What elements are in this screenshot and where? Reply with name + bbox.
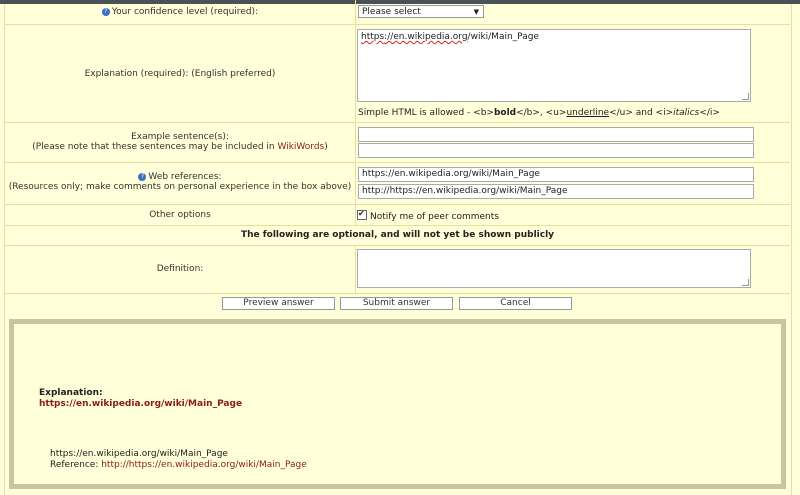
explanation-label: Explanation (required): (English preferr…: [84, 69, 276, 79]
optional-header-row: The following are optional, and will not…: [5, 225, 790, 246]
column-divider: [355, 245, 356, 293]
chevron-down-icon: ▼: [473, 8, 479, 16]
column-divider: [355, 0, 356, 24]
column-divider: [355, 24, 356, 122]
preview-answer-button[interactable]: Preview answer: [222, 297, 335, 310]
help-icon[interactable]: ?: [138, 173, 147, 181]
preview-explanation-link[interactable]: https://en.wikipedia.org/wiki/Main_Page: [39, 399, 242, 409]
preview-title: Explanation:: [39, 388, 103, 398]
submit-answer-button[interactable]: Submit answer: [340, 297, 453, 310]
other-options-label: Other options: [149, 210, 211, 220]
definition-label: Definition:: [156, 264, 204, 274]
resize-grip-icon[interactable]: [742, 93, 749, 100]
web-references-label: ? Web references: (Resources only; make c…: [8, 172, 352, 192]
example-sentence-input-1[interactable]: [358, 127, 754, 142]
web-reference-input-2[interactable]: http://https://en.wikipedia.org/wiki/Mai…: [358, 184, 754, 199]
column-divider: [355, 122, 356, 162]
preview-reference: Reference: http://https://en.wikipedia.o…: [50, 460, 307, 470]
preview-reference-line: https://en.wikipedia.org/wiki/Main_Page: [50, 449, 228, 459]
explanation-textarea[interactable]: https://en.wikipedia.org/wiki/Main_Page: [357, 29, 751, 102]
help-icon[interactable]: ?: [101, 8, 110, 16]
notify-option[interactable]: Notify me of peer comments: [357, 209, 499, 222]
cancel-button[interactable]: Cancel: [459, 297, 572, 310]
resize-grip-icon[interactable]: [742, 279, 749, 286]
optional-header: The following are optional, and will not…: [240, 230, 555, 240]
confidence-select[interactable]: Please select ▼: [358, 5, 484, 18]
notify-checkbox[interactable]: [357, 209, 367, 220]
examples-label: Example sentence(s): (Please note that t…: [5, 132, 355, 152]
example-sentence-input-2[interactable]: [358, 143, 754, 158]
wikiwords-link[interactable]: WikiWords: [278, 142, 325, 152]
web-reference-input-1[interactable]: https://en.wikipedia.org/wiki/Main_Page: [358, 167, 754, 182]
column-divider: [355, 204, 356, 225]
answer-preview: Explanation: https://en.wikipedia.org/wi…: [9, 319, 786, 489]
definition-textarea[interactable]: [357, 249, 751, 288]
column-divider: [355, 162, 356, 204]
html-hint: Simple HTML is allowed - <b>bold</b>, <u…: [358, 108, 720, 118]
preview-reference-link[interactable]: http://https://en.wikipedia.org/wiki/Mai…: [101, 460, 307, 470]
examples-note: (Please note that these sentences may be…: [32, 142, 328, 152]
confidence-label: ? Your confidence level (required):: [5, 7, 355, 17]
